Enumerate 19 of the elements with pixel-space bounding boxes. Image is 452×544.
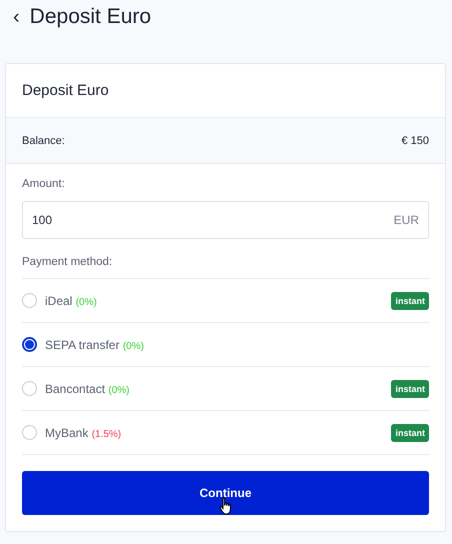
hand-cursor-icon [219,497,233,515]
amount-field[interactable]: 100 EUR [22,201,429,239]
back-button[interactable]: ‹ [13,6,20,28]
amount-label: Amount: [22,178,66,190]
balance-label: Balance: [22,134,65,146]
instant-badge: instant [391,292,429,310]
payment-method-label: iDeal (0%) [45,294,98,308]
instant-badge: instant [391,380,429,398]
payment-method-heading: Payment method: [22,256,114,268]
card-title: Deposit Euro [22,82,109,99]
continue-button[interactable]: Continue [22,471,429,515]
payment-method-label: Bancontact (0%) [45,382,130,396]
payment-method-label: SEPA transfer (0%) [45,338,145,352]
payment-method-label: MyBank (1.5%) [45,426,122,440]
radio-button[interactable] [22,337,37,352]
instant-badge: instant [391,424,429,442]
currency-label: EUR [394,213,419,227]
balance-value: € 150 [401,134,429,146]
page-title: Deposit Euro [30,5,152,29]
